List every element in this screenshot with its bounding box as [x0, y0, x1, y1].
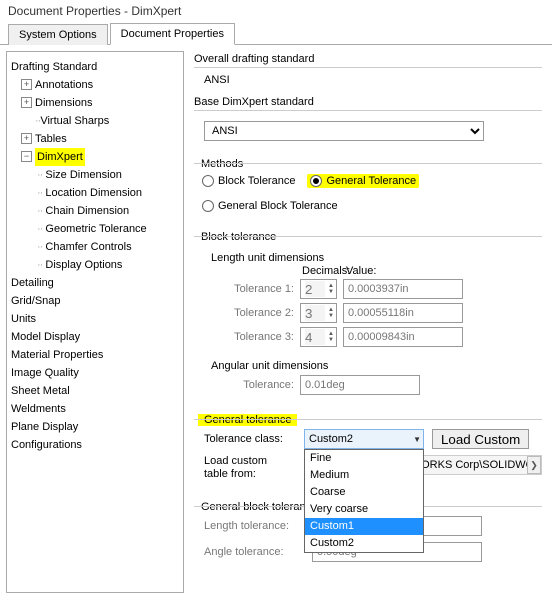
tree-display-options[interactable]: ·· Display Options: [11, 256, 179, 274]
spinner-icon[interactable]: ▲▼: [328, 307, 334, 319]
tolerance-row-1: Tolerance 1: ▲▼ 0.0003937in: [204, 277, 542, 301]
tree-configurations[interactable]: Configurations: [11, 436, 179, 454]
load-from-label: Load custom table from:: [204, 455, 281, 481]
angular-tol-value[interactable]: 0.01deg: [300, 375, 420, 395]
tree-annotations[interactable]: +Annotations: [11, 76, 179, 94]
tree-size-dimension[interactable]: ·· Size Dimension: [11, 166, 179, 184]
overall-standard-value: ANSI: [194, 74, 542, 86]
tree-dimxpert[interactable]: −DimXpert: [11, 148, 179, 166]
angular-unit-label: Angular unit dimensions: [208, 360, 331, 372]
tree-location-dimension[interactable]: ·· Location Dimension: [11, 184, 179, 202]
tree-geometric-tolerance[interactable]: ·· Geometric Tolerance: [11, 220, 179, 238]
tolerance-class-select[interactable]: Custom2 ▼: [304, 429, 424, 449]
decimals-header: Decimals:: [302, 265, 340, 277]
collapse-icon[interactable]: −: [21, 151, 32, 162]
load-custom-button[interactable]: Load Custom: [432, 429, 529, 449]
overall-standard-label: Overall drafting standard: [194, 53, 542, 65]
radio-block-tolerance[interactable]: Block Tolerance: [202, 175, 295, 187]
tolerance-class-label: Tolerance class:: [204, 433, 296, 445]
nav-tree[interactable]: Drafting Standard +Annotations +Dimensio…: [6, 51, 184, 593]
base-standard-select[interactable]: ANSI: [204, 121, 484, 141]
tolerance-class-dropdown[interactable]: Fine Medium Coarse Very coarse Custom1 C…: [304, 449, 424, 553]
tree-virtual-sharps[interactable]: ··Virtual Sharps: [11, 112, 179, 130]
settings-panel: Overall drafting standard ANSI Base DimX…: [190, 51, 546, 593]
radio-general-block-tolerance[interactable]: General Block Tolerance: [202, 200, 338, 212]
spinner-icon[interactable]: ▲▼: [328, 283, 334, 295]
option-coarse[interactable]: Coarse: [305, 484, 423, 501]
window-title: Document Properties - DimXpert: [0, 0, 552, 22]
tol2-value[interactable]: 0.00055118in: [343, 303, 463, 323]
angle-tolerance-label: Angle tolerance:: [204, 546, 304, 558]
tree-weldments[interactable]: Weldments: [11, 400, 179, 418]
radio-general-tolerance[interactable]: General Tolerance: [307, 174, 419, 188]
tree-detailing[interactable]: Detailing: [11, 274, 179, 292]
tree-sheet-metal[interactable]: Sheet Metal: [11, 382, 179, 400]
tol2-decimals[interactable]: ▲▼: [300, 303, 337, 323]
option-custom1[interactable]: Custom1: [305, 518, 423, 535]
scroll-right-icon[interactable]: ❯: [527, 456, 541, 474]
tree-drafting-standard[interactable]: Drafting Standard: [11, 58, 179, 76]
tol1-value[interactable]: 0.0003937in: [343, 279, 463, 299]
tab-document-properties[interactable]: Document Properties: [110, 23, 235, 45]
tol1-decimals[interactable]: ▲▼: [300, 279, 337, 299]
tolerance-row-3: Tolerance 3: ▲▼ 0.00009843in: [204, 325, 542, 349]
expand-icon[interactable]: +: [21, 133, 32, 144]
spinner-icon[interactable]: ▲▼: [328, 331, 334, 343]
length-tolerance-label: Length tolerance:: [204, 520, 304, 532]
base-standard-label: Base DimXpert standard: [194, 96, 542, 108]
expand-icon[interactable]: +: [21, 97, 32, 108]
tolerance-row-2: Tolerance 2: ▲▼ 0.00055118in: [204, 301, 542, 325]
value-header: Value:: [346, 265, 376, 277]
tree-chamfer-controls[interactable]: ·· Chamfer Controls: [11, 238, 179, 256]
tol3-value[interactable]: 0.00009843in: [343, 327, 463, 347]
tree-image-quality[interactable]: Image Quality: [11, 364, 179, 382]
tree-model-display[interactable]: Model Display: [11, 328, 179, 346]
tree-grid-snap[interactable]: Grid/Snap: [11, 292, 179, 310]
tol3-decimals[interactable]: ▲▼: [300, 327, 337, 347]
tabs: System Options Document Properties: [0, 22, 552, 45]
option-fine[interactable]: Fine: [305, 450, 423, 467]
tree-chain-dimension[interactable]: ·· Chain Dimension: [11, 202, 179, 220]
expand-icon[interactable]: +: [21, 79, 32, 90]
option-custom2[interactable]: Custom2: [305, 535, 423, 552]
tree-material-properties[interactable]: Material Properties: [11, 346, 179, 364]
tree-plane-display[interactable]: Plane Display: [11, 418, 179, 436]
length-unit-label: Length unit dimensions: [208, 252, 327, 264]
option-very-coarse[interactable]: Very coarse: [305, 501, 423, 518]
option-medium[interactable]: Medium: [305, 467, 423, 484]
tree-dimensions[interactable]: +Dimensions: [11, 94, 179, 112]
tab-system-options[interactable]: System Options: [8, 24, 108, 45]
tree-tables[interactable]: +Tables: [11, 130, 179, 148]
angular-tol-label: Tolerance:: [222, 379, 294, 391]
chevron-down-icon: ▼: [413, 435, 421, 444]
tree-units[interactable]: Units: [11, 310, 179, 328]
